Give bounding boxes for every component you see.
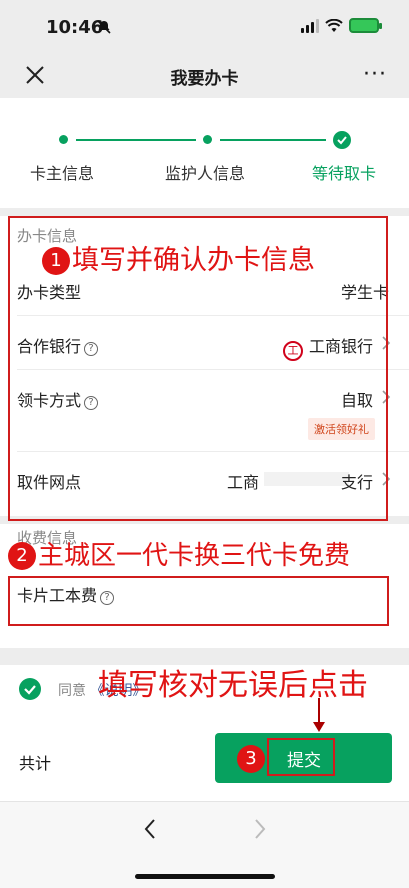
agreement-checkbox[interactable] — [19, 678, 41, 700]
agreement-prefix: 同意 — [58, 683, 86, 699]
more-menu-button[interactable]: ··· — [363, 62, 387, 87]
step-line-2 — [220, 139, 326, 141]
annotation-arrow-icon — [313, 698, 325, 732]
annotation-step-2: 2 主城区一代卡换三代卡免费 — [8, 535, 350, 572]
step-dot-1 — [59, 135, 68, 144]
annotation-box-fee — [8, 576, 389, 626]
submit-label[interactable]: 提交 — [287, 746, 321, 771]
page-title: 我要办卡 — [170, 69, 239, 89]
annotation-step-3-badge: 3 — [237, 745, 265, 773]
total-label: 共计 — [19, 754, 52, 773]
back-arrow-icon[interactable] — [143, 818, 157, 840]
browser-toolbar — [0, 801, 409, 888]
step-dot-2 — [203, 135, 212, 144]
step-check-icon — [333, 131, 351, 149]
step-label-1: 卡主信息 — [30, 164, 95, 183]
status-time: 10:46 — [46, 17, 104, 38]
annotation-step-3-text: 填写核对无误后点击 — [98, 668, 368, 703]
battery-icon — [349, 18, 382, 33]
annotation-step-1: 1 填写并确认办卡信息 — [42, 238, 315, 277]
step-line-1 — [76, 139, 196, 141]
signal-icon — [301, 18, 319, 33]
mute-bell-icon — [97, 20, 111, 34]
status-bar: 10:46 — [0, 0, 409, 52]
home-indicator — [135, 874, 275, 879]
forward-arrow-icon[interactable] — [253, 818, 267, 840]
bottom-bar: 共计 提交 — [0, 713, 409, 801]
wifi-icon — [325, 18, 343, 32]
step-label-3: 等待取卡 — [312, 164, 377, 183]
step-label-2: 监护人信息 — [165, 164, 246, 183]
navbar: 我要办卡 ··· — [0, 52, 409, 98]
progress-steps: 卡主信息 监护人信息 等待取卡 — [0, 98, 409, 208]
